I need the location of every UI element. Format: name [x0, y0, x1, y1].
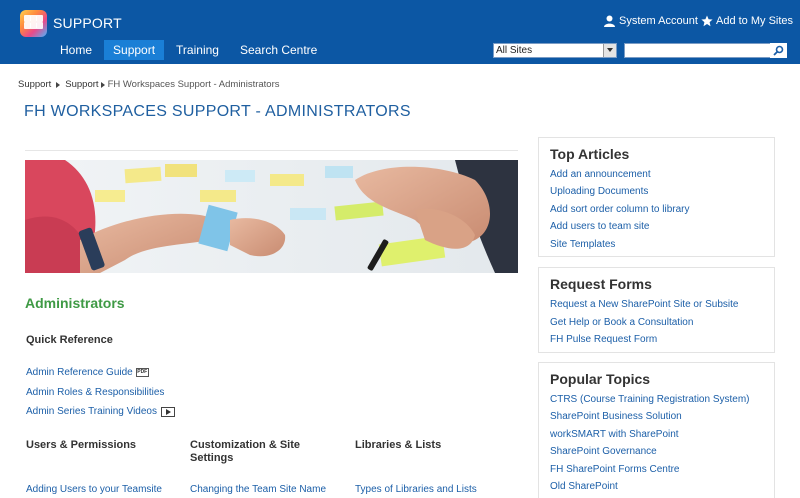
search-button[interactable]	[770, 43, 787, 58]
admin-training-videos-link[interactable]: Admin Series Training Videos	[26, 406, 175, 417]
top-article-link[interactable]: Site Templates	[550, 239, 615, 250]
popular-topic-link[interactable]: SharePoint Business Solution	[550, 411, 682, 422]
nav-item-home[interactable]: Home	[51, 40, 101, 60]
breadcrumb-current: FH Workspaces Support - Administrators	[107, 79, 280, 90]
search-input[interactable]	[624, 43, 787, 58]
top-navigation: Home Support Training Search Centre	[51, 40, 329, 60]
request-form-link[interactable]: Get Help or Book a Consultation	[550, 317, 693, 328]
search-scope-value: All Sites	[496, 45, 533, 56]
top-article-link[interactable]: Uploading Documents	[550, 186, 648, 197]
breadcrumb-link-support[interactable]: Support	[18, 79, 51, 90]
request-forms-panel: Request Forms Request a New SharePoint S…	[538, 267, 775, 353]
system-account-label: System Account	[619, 15, 698, 27]
breadcrumb-separator-icon	[56, 81, 61, 88]
popular-topics-title: Popular Topics	[550, 371, 651, 387]
top-articles-panel: Top Articles Add an announcement Uploadi…	[538, 137, 775, 257]
top-article-link[interactable]: Add sort order column to library	[550, 204, 690, 215]
popular-topic-link[interactable]: workSMART with SharePoint	[550, 429, 679, 440]
changing-site-name-link[interactable]: Changing the Team Site Name	[190, 484, 326, 495]
pdf-icon: PDF	[135, 368, 149, 377]
popular-topic-link[interactable]: SharePoint Governance	[550, 446, 657, 457]
search-icon	[773, 45, 784, 56]
request-form-link[interactable]: FH Pulse Request Form	[550, 334, 657, 345]
breadcrumb-link-support-sub[interactable]: Support	[65, 79, 98, 90]
nav-item-search-centre[interactable]: Search Centre	[231, 40, 326, 60]
link-label: Admin Series Training Videos	[26, 406, 157, 417]
request-form-link[interactable]: Request a New SharePoint Site or Subsite	[550, 299, 738, 310]
nav-item-support[interactable]: Support	[104, 40, 165, 60]
popular-topic-link[interactable]: Old SharePoint	[550, 481, 618, 492]
top-article-link[interactable]: Add users to team site	[550, 221, 650, 232]
user-icon	[604, 15, 615, 27]
customization-heading: Customization & Site Settings	[190, 439, 301, 464]
admin-roles-link[interactable]: Admin Roles & Responsibilities	[26, 387, 164, 398]
section-heading-administrators: Administrators	[25, 295, 125, 311]
types-of-libraries-link[interactable]: Types of Libraries and Lists	[355, 484, 477, 495]
top-articles-title: Top Articles	[550, 146, 630, 162]
users-permissions-heading: Users & Permissions	[26, 439, 137, 451]
link-label: Admin Roles & Responsibilities	[26, 387, 165, 398]
breadcrumb-separator-icon	[100, 81, 105, 88]
content-divider	[25, 150, 518, 151]
nav-item-training[interactable]: Training	[167, 40, 228, 60]
popular-topics-panel: Popular Topics CTRS (Course Training Reg…	[538, 362, 775, 498]
chevron-down-icon[interactable]	[603, 44, 616, 57]
libraries-lists-heading: Libraries & Lists	[355, 439, 442, 451]
top-header-bar: SUPPORT System Account Add to My Sites H…	[0, 0, 800, 64]
hero-image	[25, 160, 518, 273]
add-to-my-sites-label: Add to My Sites	[716, 15, 794, 27]
page-title: FH WORKSPACES SUPPORT - ADMINISTRATORS	[24, 103, 411, 120]
adding-users-link[interactable]: Adding Users to your Teamsite	[26, 484, 162, 495]
add-to-my-sites-link[interactable]: Add to My Sites	[701, 14, 793, 28]
site-logo-icon[interactable]	[20, 10, 47, 37]
video-icon	[161, 406, 175, 417]
popular-topic-link[interactable]: FH SharePoint Forms Centre	[550, 464, 680, 475]
admin-reference-guide-link[interactable]: Admin Reference Guide PDF	[26, 367, 149, 378]
quick-reference-heading: Quick Reference	[26, 334, 113, 346]
breadcrumb: Support Support FH Workspaces Support - …	[18, 79, 280, 90]
search-scope-select[interactable]: All Sites	[493, 43, 617, 58]
link-label: Admin Reference Guide	[26, 367, 133, 378]
request-forms-title: Request Forms	[550, 276, 652, 292]
site-name[interactable]: SUPPORT	[53, 15, 122, 31]
system-account-link[interactable]: System Account	[604, 14, 698, 28]
star-icon	[701, 15, 713, 27]
popular-topic-link[interactable]: CTRS (Course Training Registration Syste…	[550, 394, 750, 405]
top-article-link[interactable]: Add an announcement	[550, 169, 651, 180]
